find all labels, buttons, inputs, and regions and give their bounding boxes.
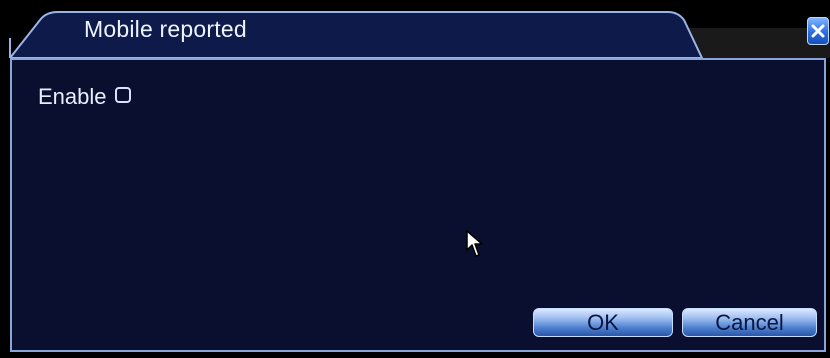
mobile-reported-dialog: Mobile reported Enable OK Cancel (0, 0, 830, 358)
close-button[interactable] (807, 17, 829, 45)
enable-row: Enable (38, 84, 131, 110)
dialog-title: Mobile reported (84, 16, 247, 42)
dialog-body: Enable OK Cancel (10, 58, 826, 352)
enable-label: Enable (38, 84, 107, 109)
mouse-pointer-icon (466, 230, 484, 265)
cancel-button[interactable]: Cancel (682, 308, 817, 337)
close-icon (811, 24, 825, 38)
title-bar: Mobile reported (0, 0, 830, 58)
enable-checkbox[interactable] (114, 87, 131, 103)
ok-button[interactable]: OK (533, 308, 673, 337)
